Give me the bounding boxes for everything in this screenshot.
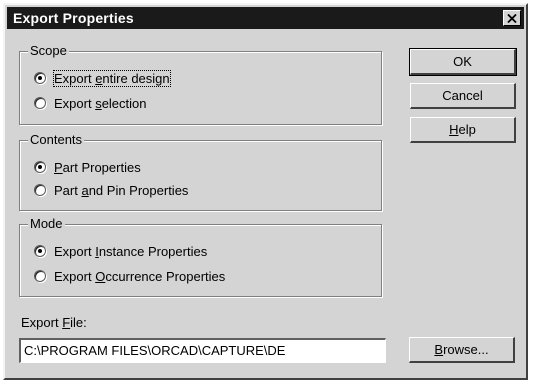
help-button-label: Help: [449, 122, 476, 137]
close-icon: [507, 13, 517, 23]
radio-part-properties[interactable]: Part Properties: [34, 158, 141, 176]
cancel-button-label: Cancel: [442, 88, 483, 103]
radio-button-selected[interactable]: [34, 245, 46, 257]
dialog-title: Export Properties: [13, 10, 134, 26]
export-properties-dialog: Export Properties Scope Export entire de…: [3, 3, 528, 380]
browse-button-label: Browse...: [434, 342, 489, 357]
radio-label: Export Instance Properties: [54, 243, 208, 259]
scope-group-label: Scope: [28, 43, 69, 58]
radio-export-entire-design[interactable]: Export entire design: [34, 69, 171, 87]
radio-label: Export selection: [54, 95, 147, 111]
radio-label: Part and Pin Properties: [54, 182, 189, 198]
export-file-path-input[interactable]: C:\PROGRAM FILES\ORCAD\CAPTURE\DE: [19, 338, 386, 363]
contents-group: Contents Part Properties Part and Pin Pr…: [19, 132, 382, 211]
radio-button-selected[interactable]: [34, 72, 46, 84]
help-button[interactable]: Help: [410, 117, 516, 143]
close-button[interactable]: [503, 10, 521, 26]
radio-label: Part Properties: [54, 159, 141, 175]
radio-export-selection[interactable]: Export selection: [34, 94, 147, 112]
ok-button[interactable]: OK: [409, 48, 517, 76]
cancel-button[interactable]: Cancel: [410, 83, 516, 109]
title-bar: Export Properties: [7, 7, 524, 29]
mode-group: Mode Export Instance Properties Export O…: [19, 216, 382, 297]
contents-group-label: Contents: [28, 132, 85, 147]
scope-group: Scope Export entire design Export select…: [19, 43, 382, 125]
radio-button[interactable]: [34, 270, 46, 282]
browse-button[interactable]: Browse...: [409, 337, 515, 363]
export-file-label: Export File:: [21, 315, 87, 330]
radio-button[interactable]: [34, 97, 46, 109]
radio-button-selected[interactable]: [34, 161, 46, 173]
radio-label: Export entire design: [53, 69, 171, 87]
radio-label: Export Occurrence Properties: [54, 268, 226, 284]
radio-part-and-pin-properties[interactable]: Part and Pin Properties: [34, 181, 188, 199]
radio-button[interactable]: [34, 184, 46, 196]
radio-export-instance-properties[interactable]: Export Instance Properties: [34, 242, 207, 260]
ok-button-label: OK: [453, 54, 472, 69]
radio-export-occurrence-properties[interactable]: Export Occurrence Properties: [34, 267, 225, 285]
mode-group-label: Mode: [28, 216, 65, 231]
